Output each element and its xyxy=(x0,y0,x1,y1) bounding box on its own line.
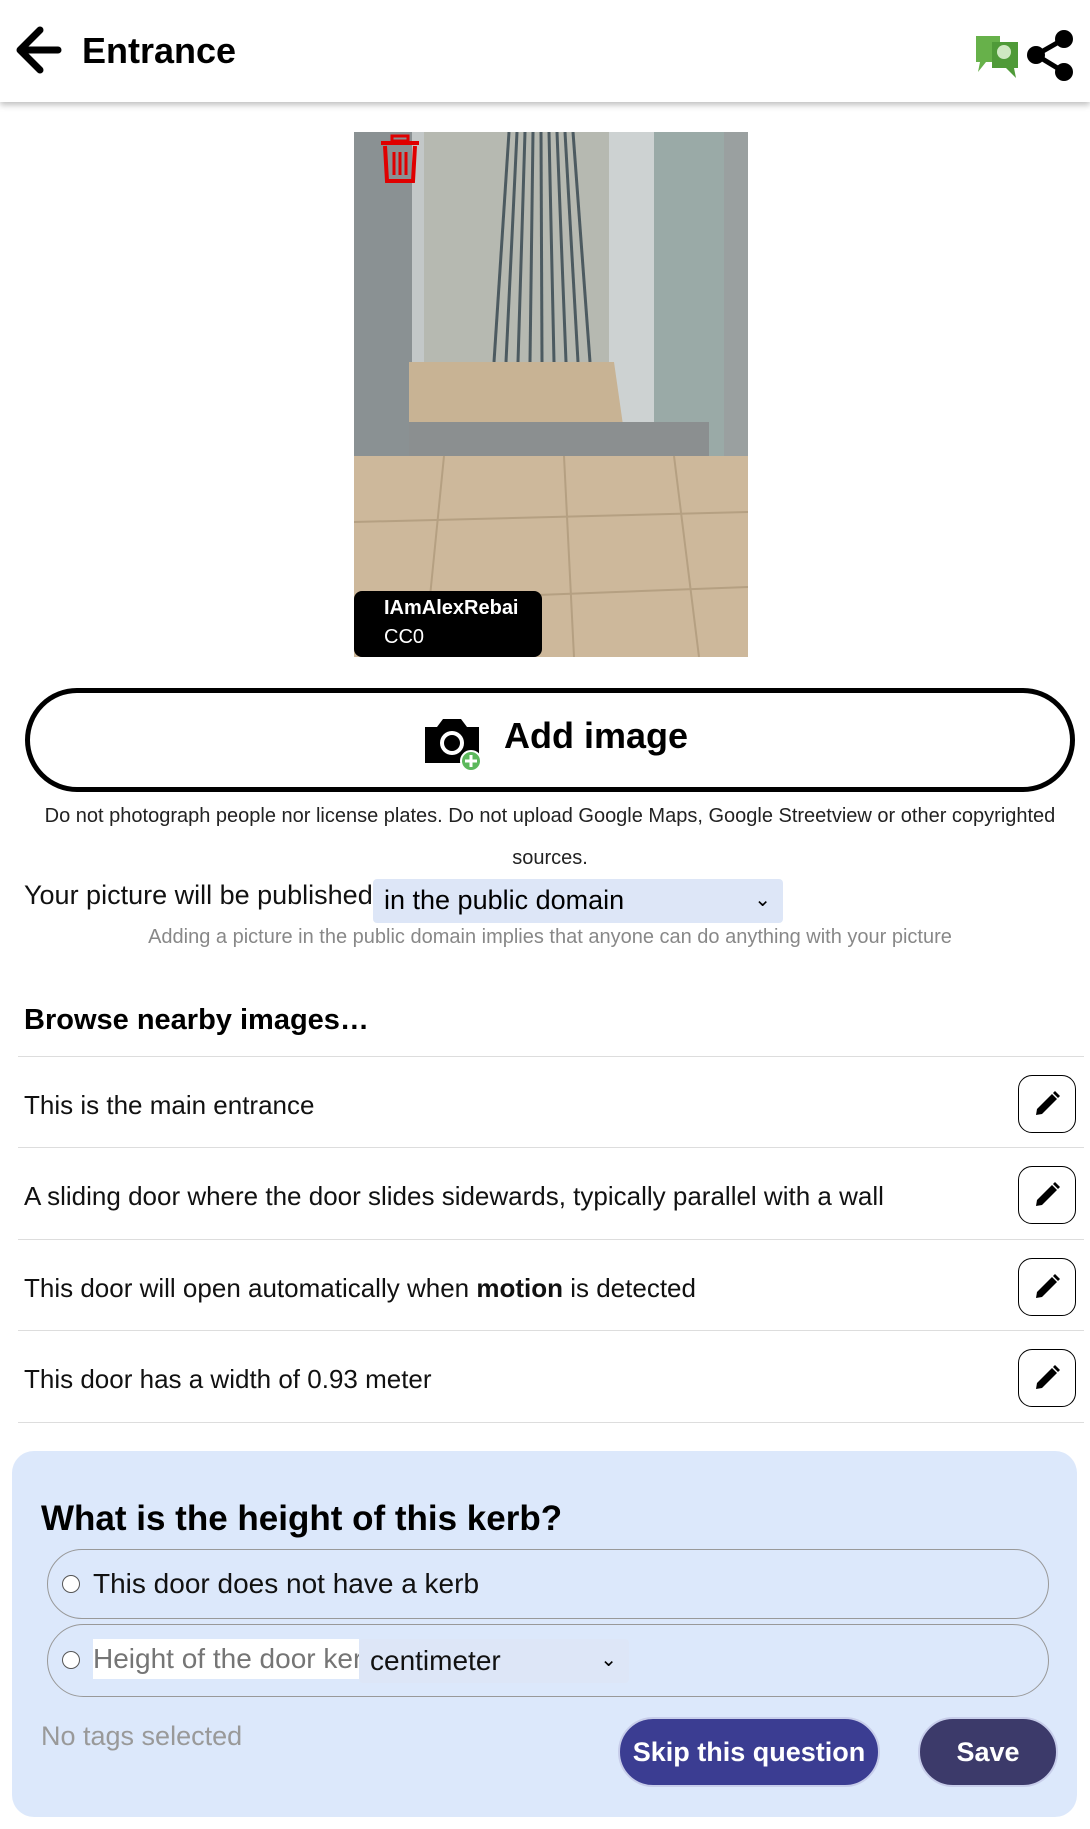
attribute-row-sliding-door: A sliding door where the door slides sid… xyxy=(24,1181,884,1211)
attribute-text-post: is detected xyxy=(563,1273,696,1303)
option-no-kerb[interactable]: This door does not have a kerb xyxy=(47,1549,1049,1619)
page-title: Entrance xyxy=(82,30,237,71)
add-image-button[interactable]: Add image xyxy=(25,688,1075,792)
image-author[interactable]: IAmAlexRebai xyxy=(384,597,542,620)
edit-button[interactable] xyxy=(1018,1258,1076,1316)
edit-button[interactable] xyxy=(1018,1349,1076,1407)
edit-button[interactable] xyxy=(1018,1166,1076,1224)
delete-image-icon[interactable] xyxy=(378,134,422,184)
pencil-icon xyxy=(1036,1365,1060,1389)
attribute-row-main-entrance: This is the main entrance xyxy=(24,1090,315,1120)
question-title: What is the height of this kerb? xyxy=(41,1499,563,1538)
attribute-row-door-width: This door has a width of 0.93 meter xyxy=(24,1364,432,1394)
chevron-down-icon: ⌄ xyxy=(600,1649,617,1671)
radio-no-kerb[interactable] xyxy=(62,1575,80,1593)
top-bar: Entrance xyxy=(0,0,1090,102)
edit-button[interactable] xyxy=(1018,1075,1076,1133)
pencil-icon xyxy=(1036,1091,1060,1115)
license-select-value: in the public domain xyxy=(384,885,625,915)
license-hint: Adding a picture in the public domain im… xyxy=(148,926,952,948)
kerb-height-input[interactable] xyxy=(93,1639,359,1679)
camera-add-icon xyxy=(421,711,483,773)
pencil-icon xyxy=(1036,1274,1060,1298)
skip-question-button[interactable]: Skip this question xyxy=(618,1717,880,1787)
attribute-text-pre: This door will open automatically when xyxy=(24,1273,477,1303)
question-box: What is the height of this kerb? This do… xyxy=(12,1451,1077,1817)
save-button[interactable]: Save xyxy=(918,1717,1058,1787)
add-image-label: Add image xyxy=(504,715,689,756)
chevron-down-icon: ⌄ xyxy=(754,889,771,911)
license-select[interactable]: in the public domain ⌄ xyxy=(373,879,783,923)
option-kerb-height[interactable]: centimeter ⌄ xyxy=(47,1624,1049,1697)
divider xyxy=(18,1422,1084,1423)
image-license: CC0 xyxy=(384,626,425,648)
unit-select[interactable]: centimeter ⌄ xyxy=(359,1639,629,1683)
upload-notice-line1: Do not photograph people nor license pla… xyxy=(44,805,1056,827)
share-icon[interactable] xyxy=(1024,28,1078,82)
skip-question-label: Skip this question xyxy=(632,1737,866,1767)
save-label: Save xyxy=(956,1737,1020,1767)
option-no-kerb-label: This door does not have a kerb xyxy=(93,1568,480,1599)
no-tags-selected: No tags selected xyxy=(41,1721,243,1751)
attribute-row-automatic-door: This door will open automatically when m… xyxy=(24,1273,696,1304)
back-arrow-icon[interactable] xyxy=(12,24,64,76)
divider xyxy=(18,1056,1084,1057)
radio-kerb-height[interactable] xyxy=(62,1651,80,1669)
upload-notice-line2: sources. xyxy=(512,847,588,869)
entrance-photo[interactable] xyxy=(354,132,748,657)
pencil-icon xyxy=(1036,1182,1060,1206)
divider xyxy=(18,1239,1084,1240)
unit-select-value: centimeter xyxy=(370,1645,501,1676)
speech-bubbles-icon[interactable] xyxy=(970,28,1024,82)
divider xyxy=(18,1330,1084,1331)
attribute-text-bold: motion xyxy=(476,1273,563,1303)
publish-label: Your picture will be published xyxy=(24,880,373,910)
divider xyxy=(18,1147,1084,1148)
image-attribution: IAmAlexRebai CC0 xyxy=(354,591,542,657)
browse-nearby-images-link[interactable]: Browse nearby images… xyxy=(24,1004,369,1037)
